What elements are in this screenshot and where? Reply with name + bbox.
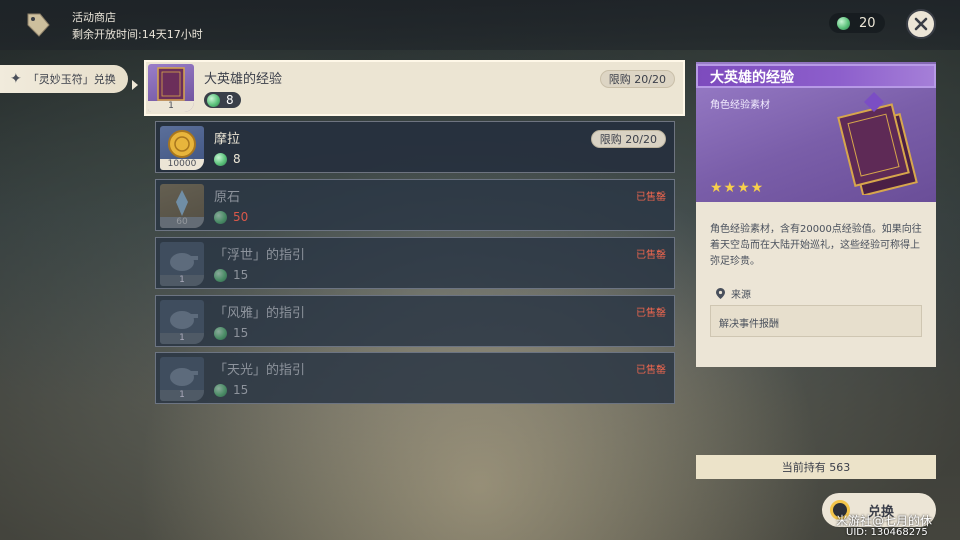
shop-timer: 剩余开放时间:14天17小时	[72, 28, 203, 41]
sold-out-label: 已售罄	[636, 192, 666, 203]
top-bar: 活动商店 剩余开放时间:14天17小时 20	[0, 0, 960, 50]
tab-pointer-icon	[132, 80, 138, 90]
currency-amount: 20	[859, 15, 876, 31]
item-name: 大英雄的经验	[204, 72, 283, 87]
jade-token-icon	[207, 93, 220, 107]
price-value: 8	[233, 152, 241, 166]
item-thumbnail: 1	[148, 64, 194, 112]
source-label: 来源	[731, 290, 751, 301]
item-price: 50	[214, 210, 248, 224]
rarity-stars: ★★★★	[710, 180, 765, 196]
shop-item-primogem[interactable]: 60 原石 50 已售罄	[155, 179, 675, 231]
book-icon	[837, 92, 918, 195]
jade-token-icon	[837, 16, 850, 30]
item-name: 「风雅」的指引	[214, 306, 306, 321]
item-price: 15	[214, 383, 248, 397]
purchase-limit-badge: 限购 20/20	[590, 130, 666, 148]
jade-token-icon	[214, 210, 227, 224]
item-quantity: 1	[160, 333, 204, 344]
item-quantity: 60	[160, 217, 204, 228]
price-value: 50	[233, 210, 249, 224]
jade-token-icon	[214, 268, 227, 282]
item-thumbnail: 1	[160, 300, 204, 344]
price-value: 15	[233, 383, 249, 397]
source-entry[interactable]: 解决事件报酬	[710, 305, 922, 337]
price-value: 15	[233, 326, 249, 340]
tab-label: 「灵妙玉符」兑换	[27, 73, 116, 86]
currency-counter: 20	[829, 13, 885, 33]
sold-out-label: 已售罄	[636, 308, 666, 319]
detail-type: 角色经验素材	[710, 100, 770, 111]
shop-item-guide-light[interactable]: 1 「天光」的指引 15 已售罄	[155, 352, 675, 404]
jade-token-icon	[214, 326, 227, 340]
shop-item-guide-transience[interactable]: 1 「浮世」的指引 15 已售罄	[155, 237, 675, 289]
detail-header: 大英雄的经验 角色经验素材 ★★★★	[696, 62, 936, 202]
item-name: 「浮世」的指引	[214, 248, 306, 263]
price-tag-icon	[27, 13, 50, 37]
price-value: 15	[233, 268, 249, 282]
shop-item-guide-elegance[interactable]: 1 「风雅」的指引 15 已售罄	[155, 295, 675, 347]
item-quantity: 1	[148, 101, 194, 112]
location-pin-icon	[716, 288, 725, 299]
item-thumbnail: 10000	[160, 126, 204, 170]
detail-title: 大英雄的经验	[710, 70, 794, 86]
item-price: 15	[214, 268, 248, 282]
jade-token-icon	[214, 383, 227, 397]
close-icon	[914, 17, 928, 31]
item-name: 「天光」的指引	[214, 363, 306, 378]
source-heading: 来源	[716, 286, 751, 301]
item-price: 8	[214, 152, 241, 166]
shop-item-hero-wit[interactable]: 1 大英雄的经验 8 限购 20/20	[144, 60, 685, 116]
detail-description: 角色经验素材，含有20000点经验值。如果向往着天空岛而在大陆开始巡礼，这些经验…	[710, 224, 922, 267]
item-thumbnail: 1	[160, 242, 204, 286]
sold-out-label: 已售罄	[636, 250, 666, 261]
close-button[interactable]	[906, 9, 936, 39]
item-detail-panel: 大英雄的经验 角色经验素材 ★★★★ 角色经验素材，含有20000点经验值。如果…	[696, 62, 936, 367]
purchase-limit-badge: 限购 20/20	[599, 70, 675, 88]
tab-jade-exchange[interactable]: ✦ 「灵妙玉符」兑换	[0, 65, 128, 93]
uid-label: UID: 130468275	[846, 527, 928, 538]
item-name: 原石	[214, 190, 241, 205]
item-thumbnail: 60	[160, 184, 204, 228]
item-name: 摩拉	[214, 132, 241, 147]
detail-title-bar: 大英雄的经验	[696, 64, 936, 88]
item-thumbnail: 1	[160, 357, 204, 401]
item-price: 8	[204, 92, 241, 108]
price-value: 8	[226, 93, 234, 107]
jade-token-icon	[214, 152, 227, 166]
item-quantity: 1	[160, 390, 204, 401]
item-quantity: 1	[160, 275, 204, 286]
sparkle-icon: ✦	[10, 71, 22, 87]
item-price: 15	[214, 326, 248, 340]
sold-out-label: 已售罄	[636, 365, 666, 376]
shop-item-mora[interactable]: 10000 摩拉 8 限购 20/20	[155, 121, 675, 173]
item-quantity: 10000	[160, 159, 204, 170]
shop-title: 活动商店	[72, 11, 116, 24]
holding-count: 当前持有 563	[696, 455, 936, 479]
